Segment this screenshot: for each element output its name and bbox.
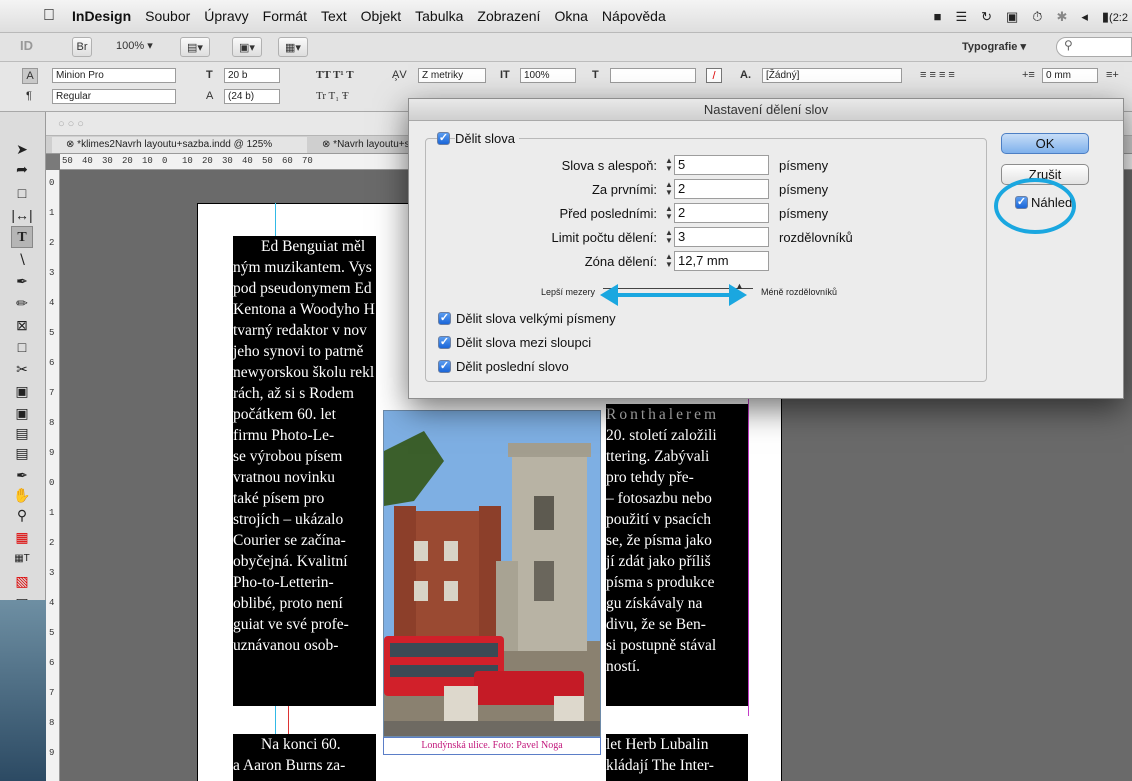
preview-highlight-circle (994, 178, 1076, 234)
arrow-right-head (729, 284, 747, 306)
arrow-left-head (600, 284, 618, 306)
annotation-overlay (600, 178, 1076, 306)
